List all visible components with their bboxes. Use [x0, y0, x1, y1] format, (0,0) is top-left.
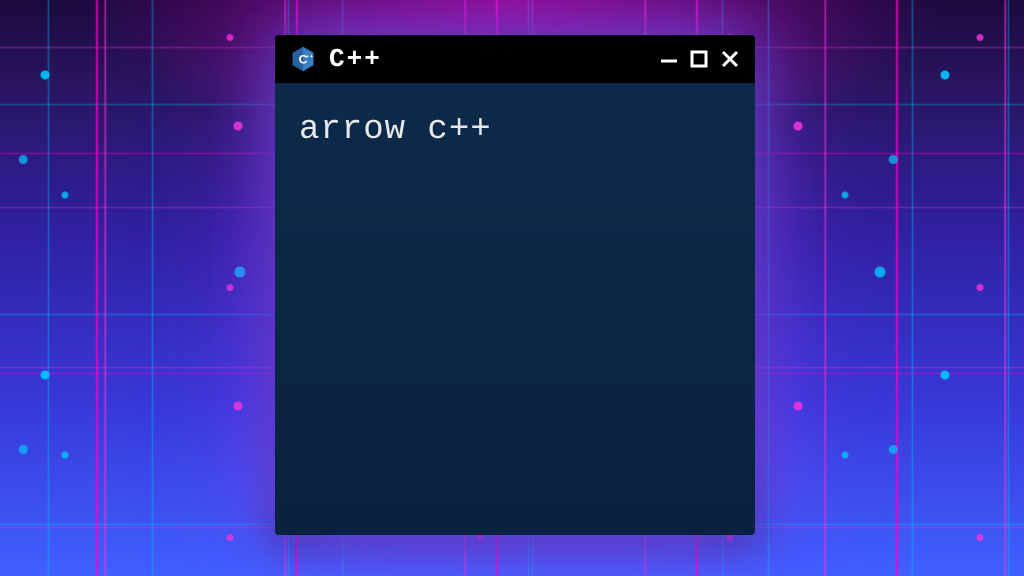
minimize-button[interactable]: [659, 49, 679, 69]
terminal-window: C + + C++: [275, 35, 755, 535]
maximize-button[interactable]: [689, 49, 709, 69]
window-titlebar[interactable]: C + + C++: [275, 35, 755, 83]
svg-text:+: +: [310, 54, 313, 60]
cpp-logo-icon: C + +: [289, 45, 317, 73]
terminal-content: arrow c++: [299, 111, 731, 149]
close-button[interactable]: [719, 48, 741, 70]
svg-text:+: +: [306, 54, 309, 60]
window-controls: [659, 48, 741, 70]
terminal-body[interactable]: arrow c++: [275, 83, 755, 535]
window-title: C++: [329, 44, 647, 74]
